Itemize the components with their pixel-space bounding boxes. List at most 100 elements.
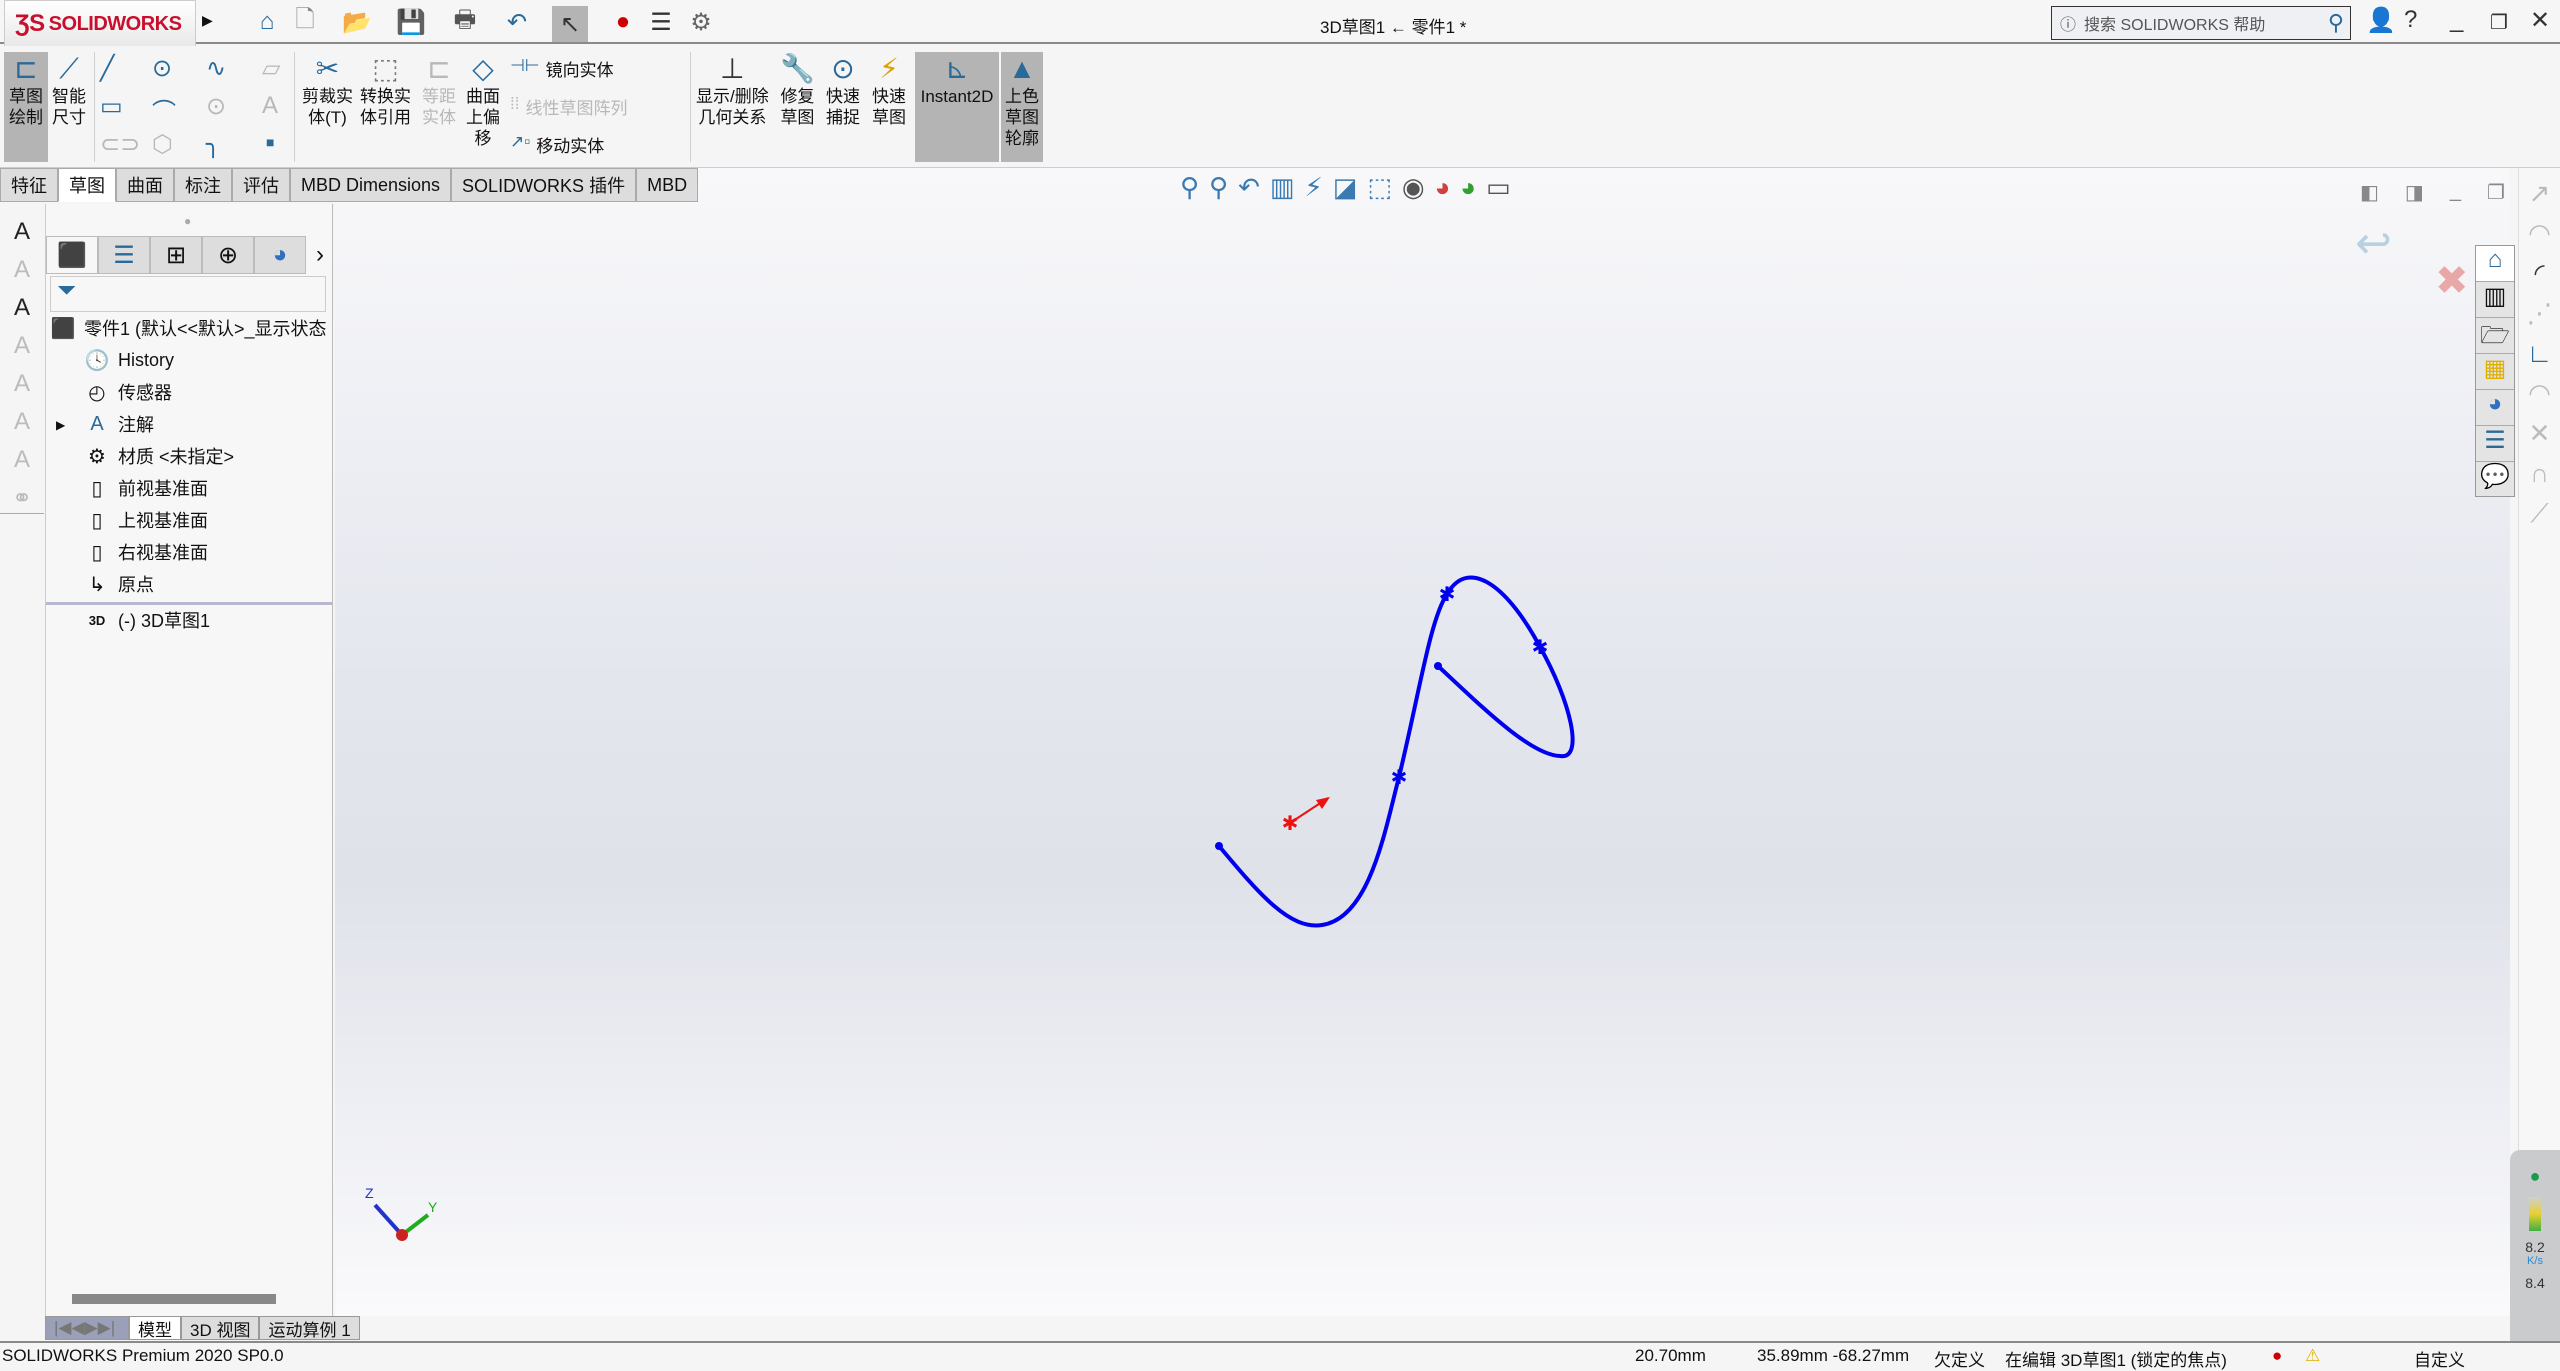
arc-tool-icon[interactable]: ◜ xyxy=(2519,258,2560,298)
edit-appearance-icon[interactable]: ◕ xyxy=(1435,172,1451,203)
viewport-minimize-icon[interactable]: _ xyxy=(2450,180,2461,205)
link-icon[interactable]: ⚭ xyxy=(0,484,44,522)
quick-snaps-button[interactable]: ⊙ 快速 捕捉 xyxy=(826,52,860,128)
auto-annotation-icon[interactable]: A xyxy=(0,294,44,332)
panel-splitter[interactable]: ● xyxy=(184,214,191,228)
exit-sketch-icon[interactable]: ↩ xyxy=(2355,218,2392,269)
tab-addins[interactable]: SOLIDWORKS 插件 xyxy=(451,168,637,202)
linear-pattern-button[interactable]: ⁞⁞ 线性草图阵列 xyxy=(510,94,627,119)
fit-spline-icon[interactable]: ⋰ xyxy=(2519,298,2560,338)
sketch-button[interactable]: ⊏ 草图 绘制 xyxy=(4,52,48,162)
point-icon[interactable]: ■ xyxy=(266,134,274,150)
ellipse-icon[interactable]: ⊙ xyxy=(206,92,226,121)
tree-root-part[interactable]: ⬛ 零件1 (默认<<默认>_显示状态 xyxy=(48,312,327,344)
tab-markup[interactable]: 标注 xyxy=(174,168,232,202)
home-icon[interactable]: ⌂ xyxy=(250,6,284,38)
view-palette-icon[interactable]: ▦ xyxy=(2476,354,2514,390)
section-view-icon[interactable]: ▥ xyxy=(1270,172,1295,203)
datum-icon[interactable]: A xyxy=(0,408,44,446)
horizontal-scrollbar[interactable] xyxy=(72,1294,276,1304)
open-icon[interactable]: 📂 xyxy=(340,6,374,38)
weld-symbol-icon[interactable]: A xyxy=(0,446,44,484)
configuration-manager-tab-icon[interactable]: ⊞ xyxy=(150,236,202,274)
close-button[interactable]: ✕ xyxy=(2530,6,2550,35)
tree-filter[interactable]: ⏷ xyxy=(50,276,326,312)
appearances-icon[interactable]: ◕ xyxy=(2476,390,2514,426)
tree-item-sensors[interactable]: ◴ 传感器 xyxy=(82,376,172,408)
parabola-icon[interactable]: ∩ xyxy=(2519,458,2560,498)
expand-arrow-icon[interactable]: ▶ xyxy=(56,418,65,432)
slot-icon[interactable]: ⊂⊃ xyxy=(100,130,140,159)
tree-item-3d-sketch[interactable]: 3D (-) 3D草图1 xyxy=(82,604,210,636)
previous-view-icon[interactable]: ↶ xyxy=(1238,172,1260,203)
tree-item-top-plane[interactable]: ▯ 上视基准面 xyxy=(82,504,208,536)
dimxpert-tab-icon[interactable]: ⊕ xyxy=(202,236,254,274)
warning-icon[interactable]: ⚠ xyxy=(2305,1346,2320,1366)
move-entities-button[interactable]: ↗▫ 移动实体 xyxy=(510,132,604,157)
line-icon[interactable]: ╱ xyxy=(100,54,114,83)
cancel-sketch-icon[interactable]: ✖ xyxy=(2435,258,2469,304)
spline-tool-icon[interactable]: ↗ xyxy=(2519,178,2560,218)
rebuild-icon[interactable]: ● xyxy=(606,6,640,38)
minimize-button[interactable]: _ xyxy=(2450,6,2463,34)
file-properties-icon[interactable]: ☰ xyxy=(644,6,678,38)
smart-dimension-button[interactable]: ⟋ 智能 尺寸 xyxy=(52,52,86,128)
tab-motion-study[interactable]: 运动算例 1 xyxy=(259,1316,360,1340)
solidworks-logo[interactable]: ƷS SOLIDWORKS xyxy=(4,0,196,48)
user-icon[interactable]: 👤 xyxy=(2366,6,2396,35)
polygon-icon[interactable]: ⬡ xyxy=(152,130,173,159)
search-icon[interactable]: ⚲ xyxy=(2328,10,2344,36)
text-icon[interactable]: A xyxy=(262,92,278,120)
tree-item-front-plane[interactable]: ▯ 前视基准面 xyxy=(82,472,208,504)
tree-item-origin[interactable]: ↳ 原点 xyxy=(82,568,154,600)
design-library-icon[interactable]: ▥ xyxy=(2476,282,2514,318)
property-manager-tab-icon[interactable]: ☰ xyxy=(98,236,150,274)
mirror-entities-button[interactable]: ⊣⊢ 镜向实体 xyxy=(510,56,614,81)
repair-sketch-button[interactable]: 🔧 修复 草图 xyxy=(780,52,815,128)
units-selector[interactable]: 自定义 xyxy=(2414,1346,2465,1371)
zoom-to-fit-icon[interactable]: ⚲ xyxy=(1180,172,1199,203)
zoom-to-area-icon[interactable]: ⚲ xyxy=(1209,172,1228,203)
plane-icon[interactable]: ▱ xyxy=(262,54,280,83)
tab-3d-views[interactable]: 3D 视图 xyxy=(181,1316,260,1340)
rebuild-status-icon[interactable]: ● xyxy=(2272,1346,2282,1366)
custom-properties-icon[interactable]: ☰ xyxy=(2476,426,2514,462)
tab-scroll-arrows[interactable]: |◀◀▶▶| xyxy=(45,1316,129,1340)
print-icon[interactable]: 🖶 xyxy=(448,6,482,38)
save-icon[interactable]: 💾 xyxy=(394,6,428,38)
tree-item-annotations[interactable]: A 注解 xyxy=(82,408,154,440)
balloon-icon[interactable]: A xyxy=(0,332,44,370)
curvature-icon[interactable]: ∟ xyxy=(2519,338,2560,378)
convert-entities-button[interactable]: ⬚ 转换实 体引用 xyxy=(360,52,411,128)
graphics-area[interactable]: ✱ ✱ ✱ ✱ Z Y ◧◨_❐✕ ↩ ✖ xyxy=(335,168,2548,1316)
trim-entities-button[interactable]: ✂ 剪裁实 体(T) xyxy=(302,52,353,128)
tab-sketch[interactable]: 草图 xyxy=(58,168,116,202)
scene-icon[interactable]: ◕ xyxy=(1460,172,1476,203)
new-document-icon[interactable]: 🗋 xyxy=(288,6,322,38)
shaded-sketch-contours-button[interactable]: ▲ 上色 草图 轮廓 xyxy=(1001,52,1043,162)
instant2d-button[interactable]: ⊾ Instant2D xyxy=(915,52,999,162)
spline-on-surface-icon[interactable]: ◠ xyxy=(2519,218,2560,258)
display-manager-tab-icon[interactable]: ◕ xyxy=(254,236,306,274)
spline-icon[interactable]: ∿ xyxy=(206,54,226,83)
menu-expand-icon[interactable]: ▶ xyxy=(202,12,213,29)
note-icon[interactable]: A xyxy=(0,256,44,294)
annotation-link-icon[interactable]: A xyxy=(0,370,44,408)
offset-on-surface-button[interactable]: ◇ 曲面 上偏 移 xyxy=(466,52,500,149)
tab-evaluate[interactable]: 评估 xyxy=(232,168,290,202)
restore-button[interactable]: ❐ xyxy=(2490,10,2508,35)
tab-mbd-dimensions[interactable]: MBD Dimensions xyxy=(290,168,452,202)
panel-right-icon[interactable]: ◨ xyxy=(2405,180,2424,205)
view-orientation-icon[interactable]: ◪ xyxy=(1333,172,1358,203)
display-delete-relations-button[interactable]: ⊥ 显示/删除 几何关系 xyxy=(696,52,769,128)
tree-item-right-plane[interactable]: ▯ 右视基准面 xyxy=(82,536,208,568)
hide-show-icon[interactable]: ◉ xyxy=(1402,172,1425,203)
viewport-restore-icon[interactable]: ❐ xyxy=(2487,180,2505,205)
tab-features[interactable]: 特征 xyxy=(0,168,58,202)
tree-item-history[interactable]: 🕓 History xyxy=(82,344,174,376)
help-menu-icon[interactable]: ? xyxy=(2404,6,2417,34)
view-settings-icon[interactable]: ▭ xyxy=(1486,172,1511,203)
smart-annotation-icon[interactable]: A xyxy=(0,218,44,256)
display-style-icon[interactable]: ⬚ xyxy=(1367,172,1392,203)
solidworks-resources-icon[interactable]: ⌂ xyxy=(2476,246,2514,282)
